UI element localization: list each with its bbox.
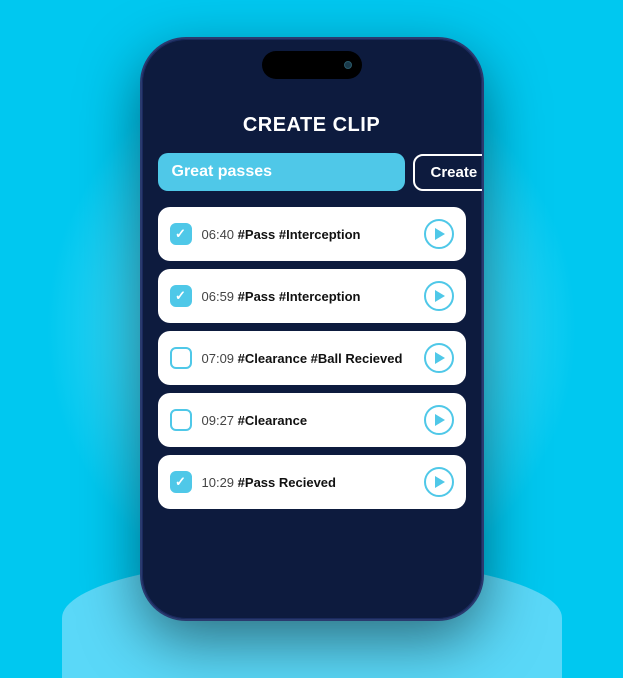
clip-time-4: 09:27 — [202, 413, 235, 428]
play-button-5[interactable] — [424, 467, 454, 497]
play-button-4[interactable] — [424, 405, 454, 435]
list-item: 10:29 #Pass Recieved — [158, 455, 466, 509]
list-item: 07:09 #Clearance #Ball Recieved — [158, 331, 466, 385]
play-icon-3 — [435, 352, 445, 364]
page-title: CREATE CLIP — [158, 114, 466, 137]
list-item: 09:27 #Clearance — [158, 393, 466, 447]
clip-info-4: 09:27 #Clearance — [202, 413, 414, 428]
clip-checkbox-1[interactable] — [170, 223, 192, 245]
clip-tags-5: #Pass Recieved — [238, 475, 336, 490]
clip-checkbox-2[interactable] — [170, 285, 192, 307]
camera-dot — [344, 61, 352, 69]
clip-tags-2: #Pass #Interception — [238, 289, 361, 304]
play-icon-4 — [435, 414, 445, 426]
list-item: 06:40 #Pass #Interception — [158, 207, 466, 261]
phone-frame: CREATE CLIP Create 06:40 #Pass #Intercep… — [142, 39, 482, 619]
create-button[interactable]: Create — [413, 154, 482, 191]
clip-tags-1: #Pass #Interception — [238, 227, 361, 242]
play-button-3[interactable] — [424, 343, 454, 373]
clip-info-3: 07:09 #Clearance #Ball Recieved — [202, 351, 414, 366]
list-item: 06:59 #Pass #Interception — [158, 269, 466, 323]
clip-info-5: 10:29 #Pass Recieved — [202, 475, 414, 490]
clip-time-1: 06:40 — [202, 227, 235, 242]
clip-checkbox-3[interactable] — [170, 347, 192, 369]
dynamic-island — [262, 51, 362, 79]
clip-time-2: 06:59 — [202, 289, 235, 304]
clip-time-5: 10:29 — [202, 475, 235, 490]
clips-list: 06:40 #Pass #Interception06:59 #Pass #In… — [158, 207, 466, 509]
clip-name-input[interactable] — [158, 153, 405, 191]
clip-tags-4: #Clearance — [238, 413, 307, 428]
clip-checkbox-4[interactable] — [170, 409, 192, 431]
clip-checkbox-5[interactable] — [170, 471, 192, 493]
clip-info-2: 06:59 #Pass #Interception — [202, 289, 414, 304]
play-icon-1 — [435, 228, 445, 240]
clip-time-3: 07:09 — [202, 351, 235, 366]
play-button-2[interactable] — [424, 281, 454, 311]
clip-tags-3: #Clearance #Ball Recieved — [238, 351, 403, 366]
play-icon-5 — [435, 476, 445, 488]
play-button-1[interactable] — [424, 219, 454, 249]
input-row: Create — [158, 153, 466, 191]
clip-info-1: 06:40 #Pass #Interception — [202, 227, 414, 242]
phone-content: CREATE CLIP Create 06:40 #Pass #Intercep… — [142, 94, 482, 619]
play-icon-2 — [435, 290, 445, 302]
